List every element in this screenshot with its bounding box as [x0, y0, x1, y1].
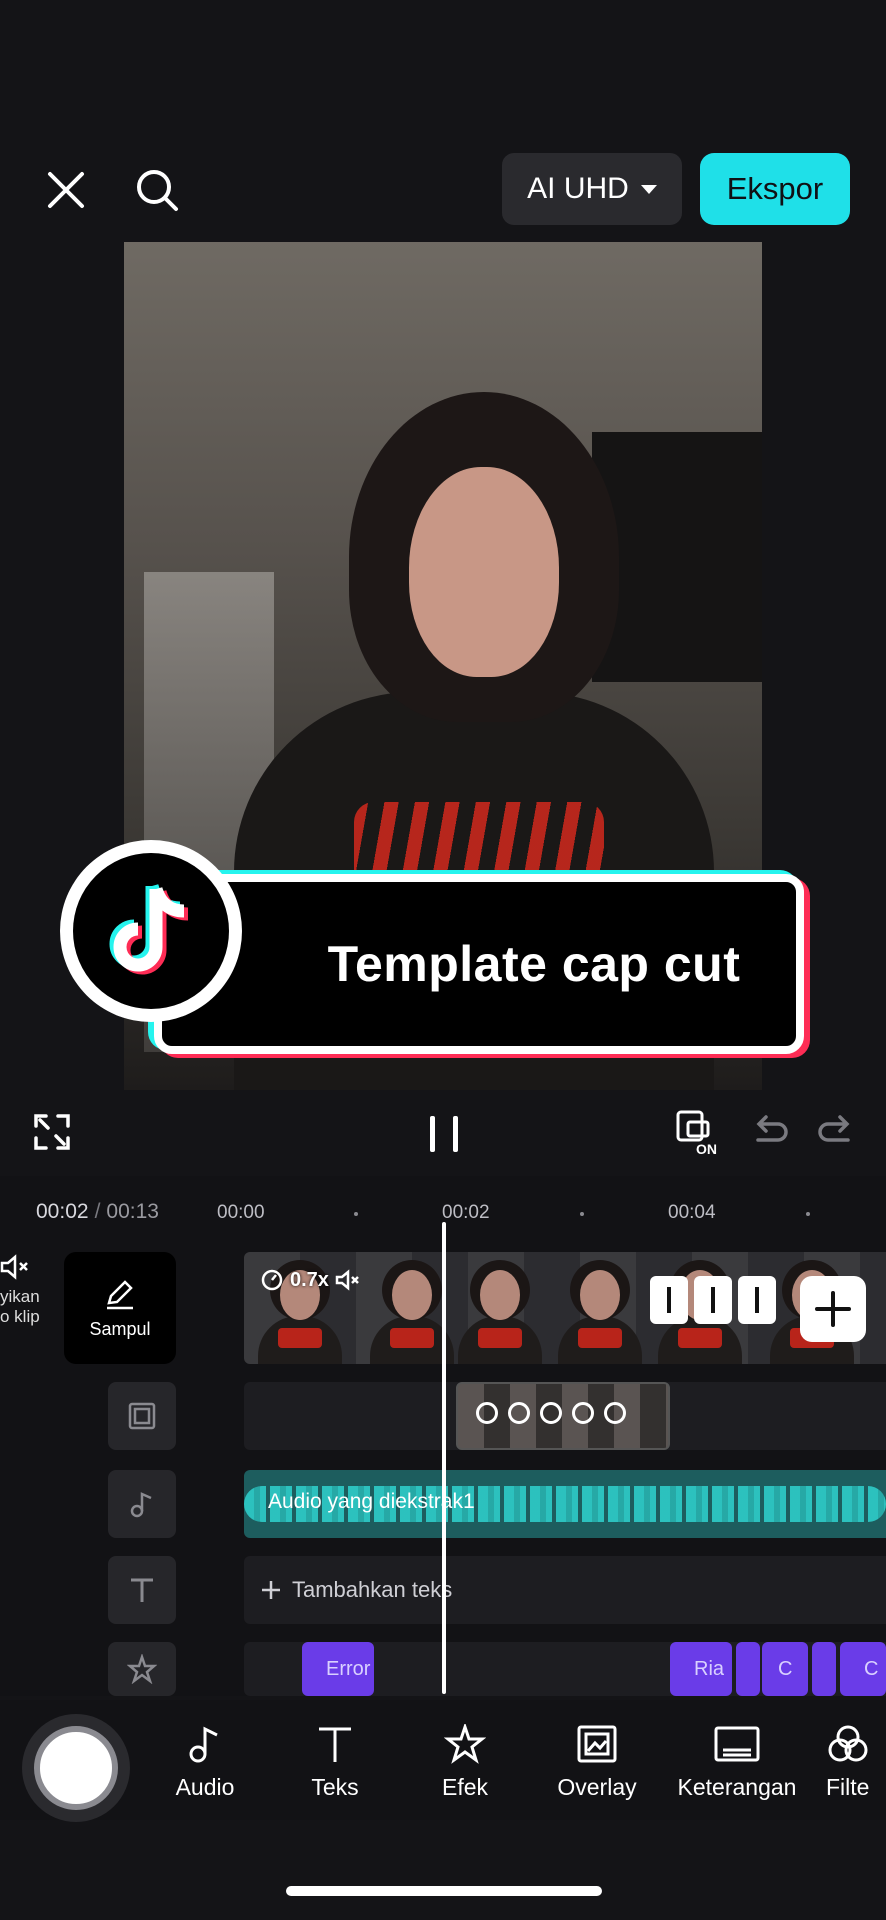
tool-text[interactable]: Teks: [270, 1724, 400, 1801]
home-indicator[interactable]: [286, 1886, 602, 1896]
effect-clip[interactable]: C: [762, 1642, 808, 1696]
mute-label-line2: o klip: [0, 1307, 40, 1326]
cover-label: Sampul: [89, 1318, 151, 1339]
mute-clip-audio-button[interactable]: yikan o klip: [0, 1252, 52, 1364]
speed-icon: [572, 1402, 594, 1424]
template-banner: Template cap cut: [60, 840, 830, 1080]
banner-text: Template cap cut: [327, 936, 741, 992]
tiktok-logo-icon: [60, 840, 242, 1022]
effects-track-icon[interactable]: [108, 1642, 176, 1696]
keyframe-on-icon[interactable]: ON: [674, 1108, 724, 1158]
tick-dot: [354, 1212, 358, 1216]
speed-icon: [261, 1269, 283, 1291]
speed-badge: 0.7x: [260, 1268, 361, 1292]
plus-icon: [262, 1581, 280, 1599]
music-note-icon: [189, 1726, 218, 1763]
speed-icon: [508, 1402, 530, 1424]
audio-track-icon[interactable]: [108, 1470, 176, 1538]
tool-label: Overlay: [557, 1774, 637, 1800]
video-frame: [444, 1252, 556, 1364]
tick-label: 00:02: [442, 1202, 490, 1223]
current-time: 00:02: [36, 1200, 89, 1223]
tool-captions[interactable]: Keterangan: [672, 1724, 802, 1801]
overlay-clip[interactable]: [456, 1382, 670, 1450]
overlay-track-icon[interactable]: [108, 1382, 176, 1450]
transition-markers: [650, 1276, 776, 1324]
cover-button[interactable]: Sampul: [64, 1252, 176, 1364]
main-video-track[interactable]: 0.7x: [244, 1252, 886, 1364]
text-track-icon[interactable]: [108, 1556, 176, 1624]
mute-icon: [335, 1269, 359, 1291]
effect-clip[interactable]: C: [840, 1642, 886, 1696]
tick-dot: [580, 1212, 584, 1216]
tool-label: Filte: [826, 1774, 870, 1800]
video-frame: [544, 1252, 656, 1364]
playhead[interactable]: [442, 1222, 446, 1694]
banner-box: Template cap cut: [154, 874, 804, 1054]
speed-label: 0.7x: [290, 1268, 329, 1291]
record-button[interactable]: [22, 1714, 130, 1822]
tool-overlay[interactable]: Overlay: [532, 1724, 662, 1801]
playback-controls: ON: [0, 1100, 886, 1170]
tool-filter[interactable]: Filte: [826, 1724, 886, 1801]
total-time: 00:13: [106, 1200, 159, 1223]
tool-audio[interactable]: Audio: [140, 1724, 270, 1801]
mute-label-line1: yikan: [0, 1287, 40, 1306]
add-text-button[interactable]: Tambahkan teks: [244, 1556, 886, 1624]
transition-marker[interactable]: [738, 1276, 776, 1324]
effect-clip[interactable]: [736, 1642, 760, 1696]
svg-text:ON: ON: [696, 1141, 717, 1157]
tool-label: Audio: [175, 1774, 235, 1800]
redo-icon[interactable]: [816, 1112, 856, 1152]
overlay-image-icon: [577, 1725, 617, 1763]
tool-label: Keterangan: [677, 1774, 797, 1800]
audio-track[interactable]: Audio yang diekstrak1: [244, 1470, 886, 1538]
tick-label: 00:04: [668, 1202, 716, 1223]
filter-icon: [828, 1725, 868, 1762]
tick-dot: [806, 1212, 810, 1216]
top-bar: AI UHD Ekspor: [0, 140, 886, 240]
add-clip-button[interactable]: [800, 1276, 866, 1342]
search-icon[interactable]: [127, 160, 187, 220]
tick-label: 00:00: [217, 1202, 265, 1223]
tool-label: Efek: [441, 1774, 489, 1800]
effect-clip[interactable]: Error: [302, 1642, 374, 1696]
text-icon: [319, 1727, 351, 1762]
plus-icon: [815, 1291, 851, 1327]
tool-effects[interactable]: Efek: [400, 1724, 530, 1801]
chevron-down-icon: [640, 184, 657, 194]
fullscreen-icon[interactable]: [32, 1112, 72, 1152]
time-display: 00:02/00:13: [36, 1200, 159, 1224]
time-separator: /: [94, 1200, 101, 1223]
quality-dropdown[interactable]: AI UHD: [502, 153, 682, 225]
record-icon: [34, 1726, 118, 1810]
bottom-toolbar: Audio Teks Efek Overlay Keterangan Filte: [0, 1700, 886, 1822]
pause-icon[interactable]: [424, 1112, 464, 1156]
speed-icon: [604, 1402, 626, 1424]
close-icon[interactable]: [36, 160, 96, 220]
speed-icon: [476, 1402, 498, 1424]
undo-icon[interactable]: [750, 1112, 790, 1152]
pencil-icon: [107, 1279, 133, 1309]
effect-clip[interactable]: [812, 1642, 836, 1696]
speed-icon: [540, 1402, 562, 1424]
transition-marker[interactable]: [650, 1276, 688, 1324]
quality-label: AI UHD: [527, 172, 629, 205]
person-face: [409, 467, 559, 677]
tool-label: Teks: [311, 1774, 359, 1800]
add-text-label: Tambahkan teks: [292, 1577, 453, 1602]
effect-clip[interactable]: Ria: [670, 1642, 732, 1696]
captions-icon: [714, 1726, 760, 1762]
export-button[interactable]: Ekspor: [700, 153, 850, 225]
star-effect-icon: [444, 1724, 486, 1764]
mute-icon: [0, 1254, 28, 1280]
transition-marker[interactable]: [694, 1276, 732, 1324]
